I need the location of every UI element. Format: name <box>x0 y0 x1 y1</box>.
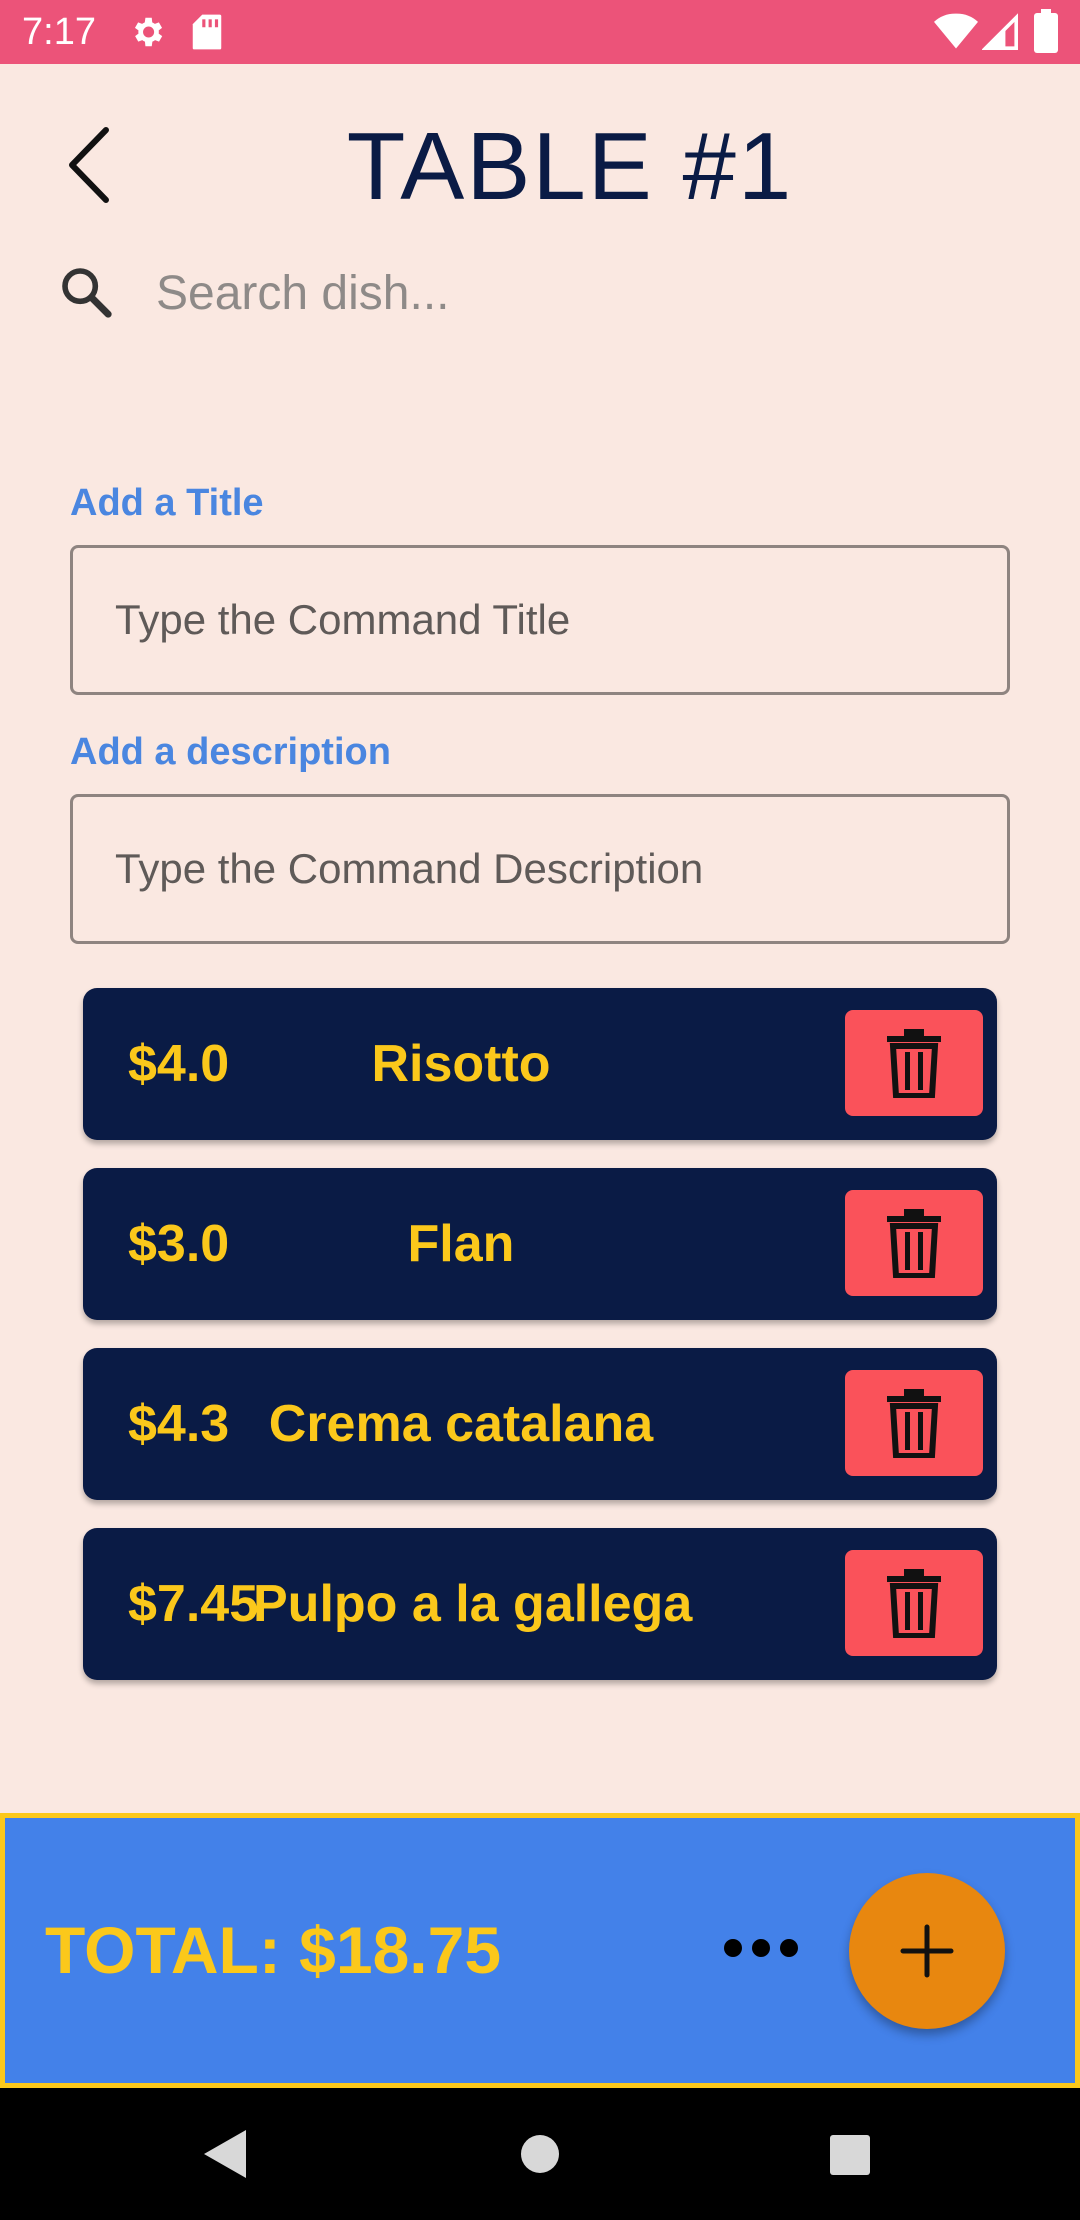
delete-button[interactable] <box>845 1370 983 1476</box>
wifi-icon <box>934 13 978 49</box>
total-label: TOTAL: $18.75 <box>45 1913 502 1987</box>
nav-home-icon[interactable] <box>520 2134 560 2174</box>
gear-icon <box>134 17 163 47</box>
dish-name: Flan <box>407 1215 515 1273</box>
description-field[interactable] <box>70 794 1010 944</box>
dish-price: $4.3 <box>128 1395 230 1453</box>
dish-price: $7.45 <box>128 1575 259 1633</box>
system-nav-bar <box>0 2088 1080 2220</box>
bottom-bar: TOTAL: $18.75 <box>0 1813 1080 2088</box>
title-label: Add a Title <box>70 482 264 524</box>
description-input[interactable] <box>115 797 975 941</box>
title-field[interactable] <box>70 545 1010 695</box>
dish-name: Pulpo a la gallega <box>253 1575 693 1633</box>
delete-button[interactable] <box>845 1190 983 1296</box>
delete-button[interactable] <box>845 1010 983 1116</box>
title-input[interactable] <box>115 548 975 692</box>
status-time: 7:17 <box>22 11 96 53</box>
dish-price: $3.0 <box>128 1215 230 1273</box>
description-label: Add a description <box>70 731 391 773</box>
add-button[interactable] <box>849 1873 1005 2029</box>
nav-recents-icon[interactable] <box>829 2134 871 2176</box>
trash-icon <box>887 1569 941 1638</box>
trash-icon <box>887 1209 941 1278</box>
delete-button[interactable] <box>845 1550 983 1656</box>
search-icon <box>62 268 112 318</box>
search-input[interactable] <box>154 256 858 330</box>
dish-name: Crema catalana <box>268 1395 654 1453</box>
nav-back-icon[interactable] <box>200 2128 250 2180</box>
dish-name: Risotto <box>371 1035 551 1093</box>
more-horizontal-icon[interactable] <box>721 1928 801 1968</box>
page-title: TABLE #1 <box>346 113 794 220</box>
dish-card[interactable]: $4.0 Risotto <box>83 988 997 1140</box>
signal-icon <box>982 13 1018 50</box>
sd-card-icon <box>192 14 222 50</box>
status-bar: 7:17 <box>0 0 1080 64</box>
plus-icon <box>900 1924 954 1978</box>
dish-price: $4.0 <box>128 1035 230 1093</box>
dish-card[interactable]: $4.3 Crema catalana <box>83 1348 997 1500</box>
dish-card[interactable]: $7.45 Pulpo a la gallega <box>83 1528 997 1680</box>
dish-card[interactable]: $3.0 Flan <box>83 1168 997 1320</box>
trash-icon <box>887 1029 941 1098</box>
battery-icon <box>1034 9 1058 53</box>
trash-icon <box>887 1389 941 1458</box>
